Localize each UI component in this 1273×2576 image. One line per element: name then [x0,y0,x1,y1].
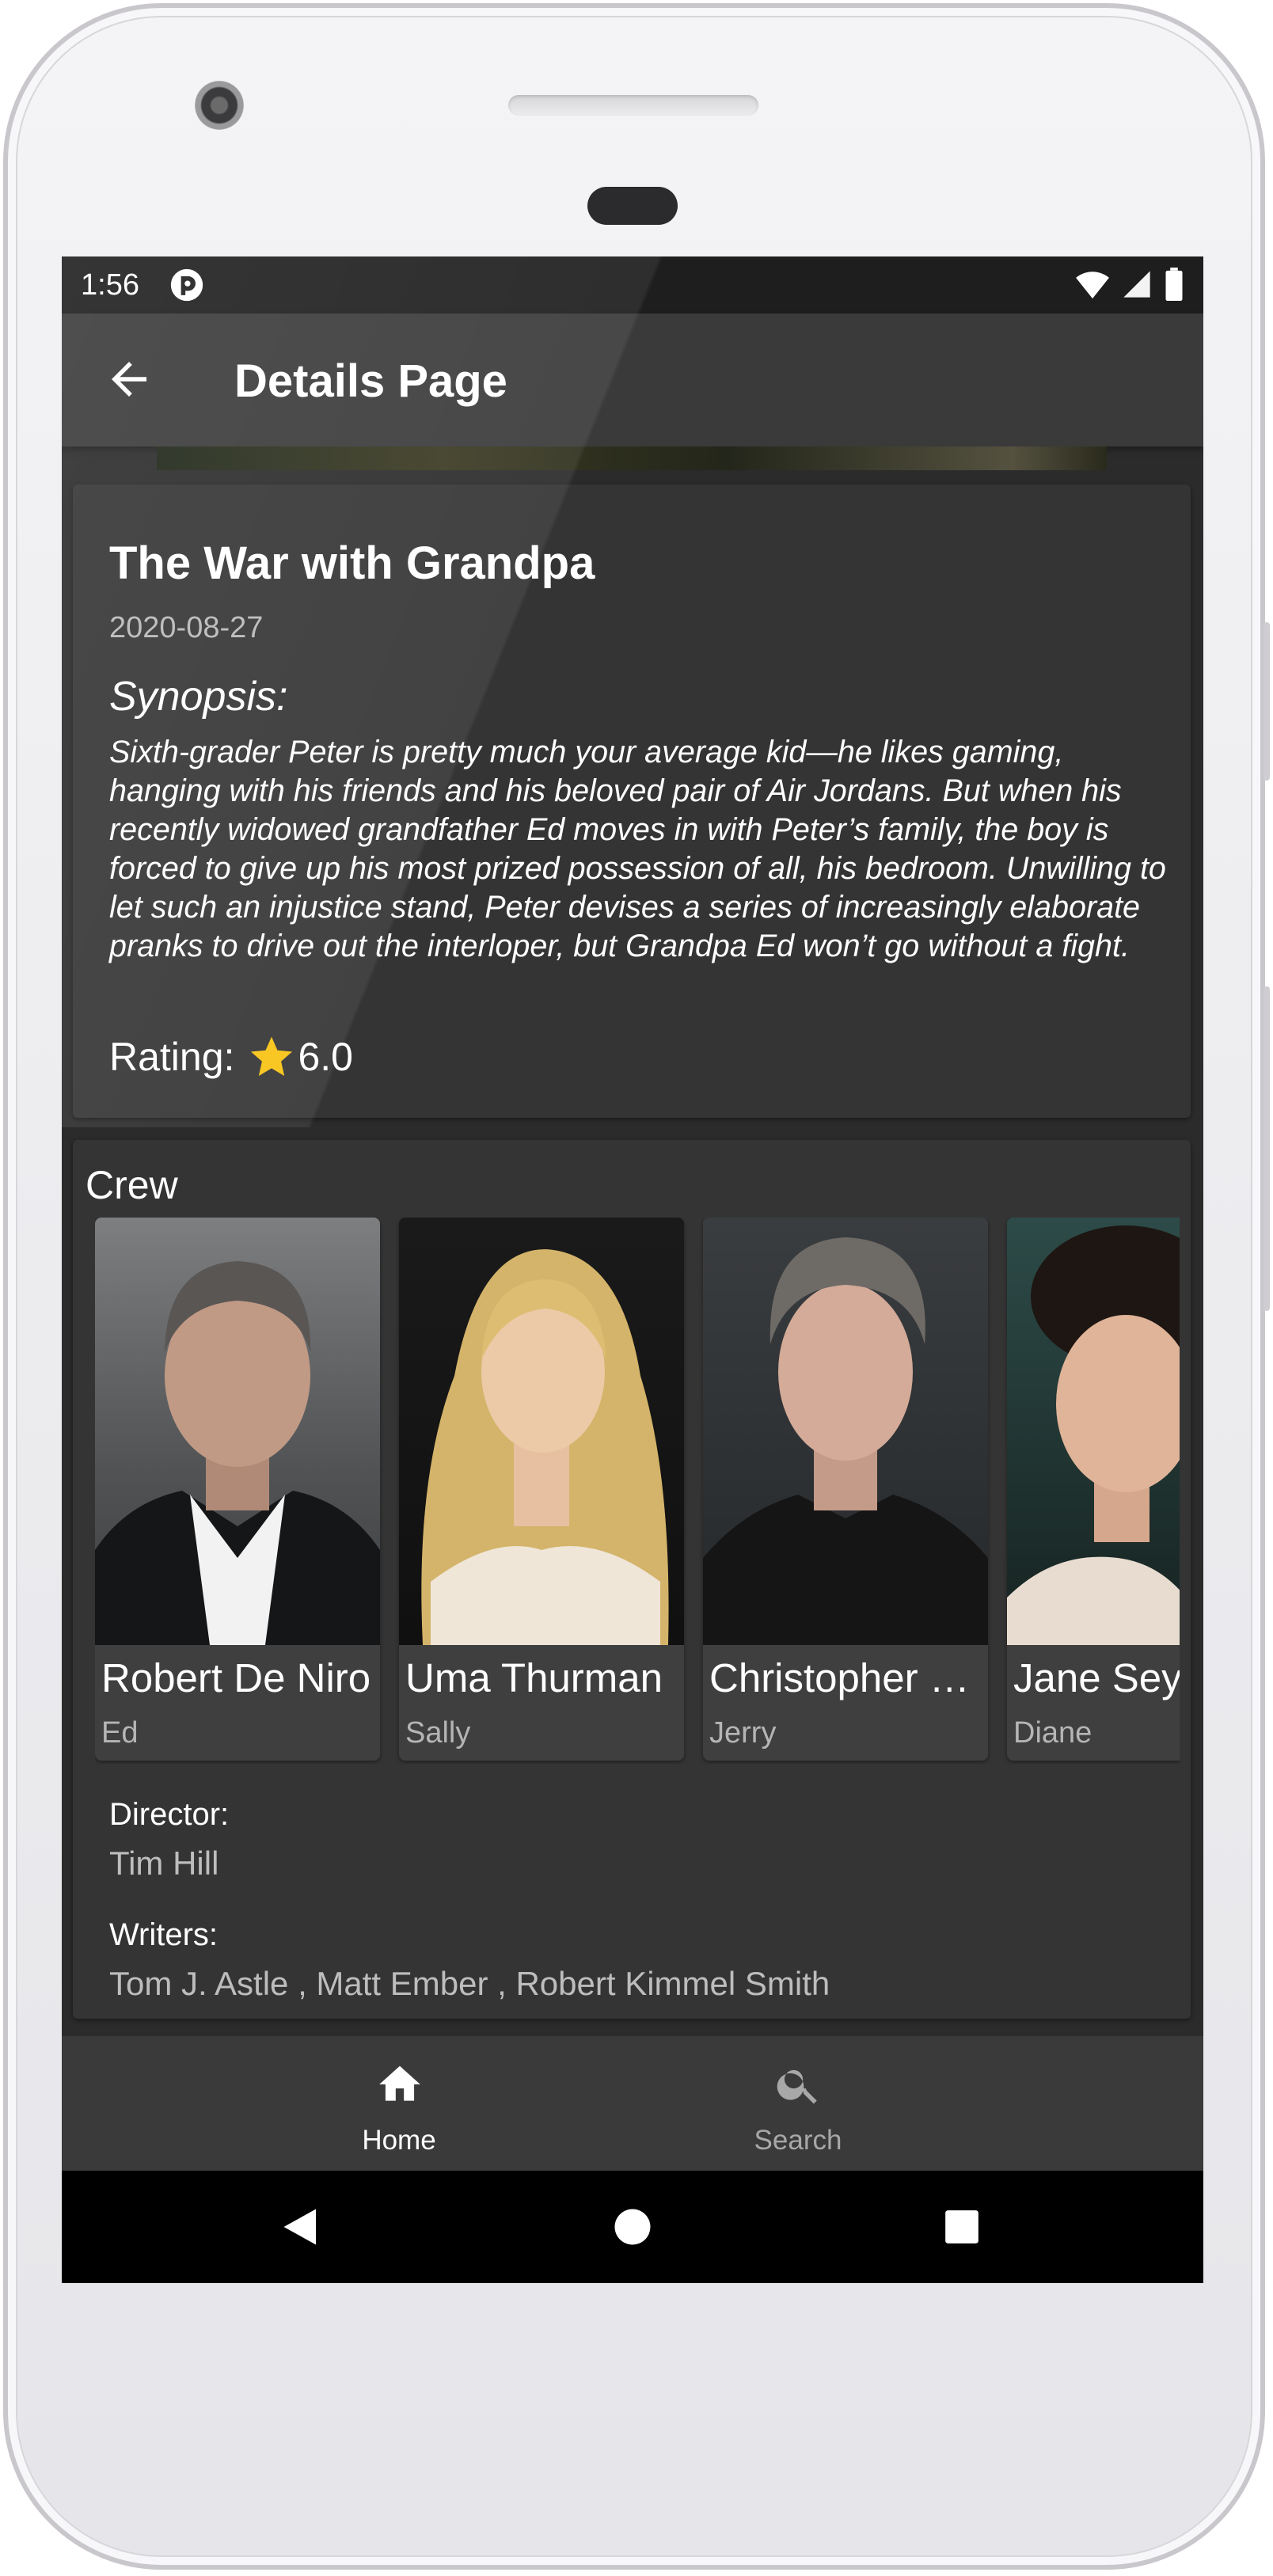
person-name: Christopher Walken [709,1655,983,1700]
person-name: Jane Seymour [1013,1655,1180,1700]
status-time: 1:56 [81,268,139,302]
person-role: Ed [101,1716,139,1750]
crew-card-person[interactable]: Uma Thurman Sally [399,1218,684,1761]
app-indicator-icon [170,268,203,302]
person-role: Jerry [709,1716,777,1750]
nav-home-label: Home [362,2125,436,2156]
director-label: Director: [109,1797,230,1832]
crew-card-person[interactable]: Robert De Niro Ed [95,1218,380,1761]
profile-photo [1007,1218,1180,1645]
search-icon [777,2069,817,2104]
movie-title: The War with Grandpa [109,538,595,589]
back-triangle-icon[interactable] [280,2206,323,2248]
writers-label: Writers: [109,1917,218,1952]
profile-photo [399,1218,684,1645]
director-value: Tim Hill [109,1845,219,1882]
rating: Rating: 6.0 [109,1034,353,1080]
star-icon [251,1036,293,1077]
status-bar: 1:56 [62,256,1203,313]
rating-label: Rating: [109,1035,235,1079]
power-button [1264,622,1270,781]
crew-card-person[interactable]: Jane Seymour Diane [1007,1218,1180,1761]
front-camera [195,81,244,130]
screen: 1:56 Details Page The War with Grandpa 2… [62,256,1203,2283]
writers-value: Tom J. Astle , Matt Ember , Robert Kimme… [109,1965,830,2002]
nav-home[interactable]: Home [241,2036,557,2171]
movie-info-card: The War with Grandpa 2020-08-27 Synopsis… [73,484,1191,1118]
rating-value: 6.0 [298,1035,353,1079]
synopsis-text: Sixth-grader Peter is pretty much your a… [109,735,1166,963]
profile-photo [703,1218,988,1645]
crew-carousel[interactable]: Robert De Niro Ed Uma Thurman Sally Chri… [95,1218,1180,1764]
person-role: Diane [1013,1716,1092,1750]
speaker-grille [508,95,758,116]
person-name: Robert De Niro [101,1655,371,1700]
volume-button [1264,986,1270,1311]
battery-icon [1165,268,1183,301]
release-date: 2020-08-27 [109,611,264,644]
cell-signal-icon [1123,271,1150,298]
earpiece [587,187,678,225]
person-name: Uma Thurman [405,1655,663,1700]
system-navigation-bar [62,2171,1203,2283]
person-role: Sally [405,1716,471,1750]
app-bar: Details Page [62,313,1203,446]
recents-square-icon[interactable] [942,2207,982,2247]
page-title: Details Page [234,355,507,407]
nav-search-label: Search [754,2125,842,2156]
home-icon [379,2065,420,2101]
wifi-icon [1076,272,1109,299]
home-circle-icon[interactable] [611,2206,654,2248]
bottom-navigation: Home Search [62,2036,1203,2171]
crew-card-person[interactable]: Christopher Walken Jerry [703,1218,988,1761]
backdrop-image [157,446,1107,470]
profile-photo [95,1218,380,1645]
crew-card: Crew Robert De Niro Ed Uma Thurman Sally… [73,1140,1191,2019]
nav-search[interactable]: Search [640,2036,956,2171]
synopsis-label: Synopsis: [109,674,288,720]
crew-title: Crew [86,1163,178,1207]
back-arrow-icon[interactable] [103,353,155,405]
